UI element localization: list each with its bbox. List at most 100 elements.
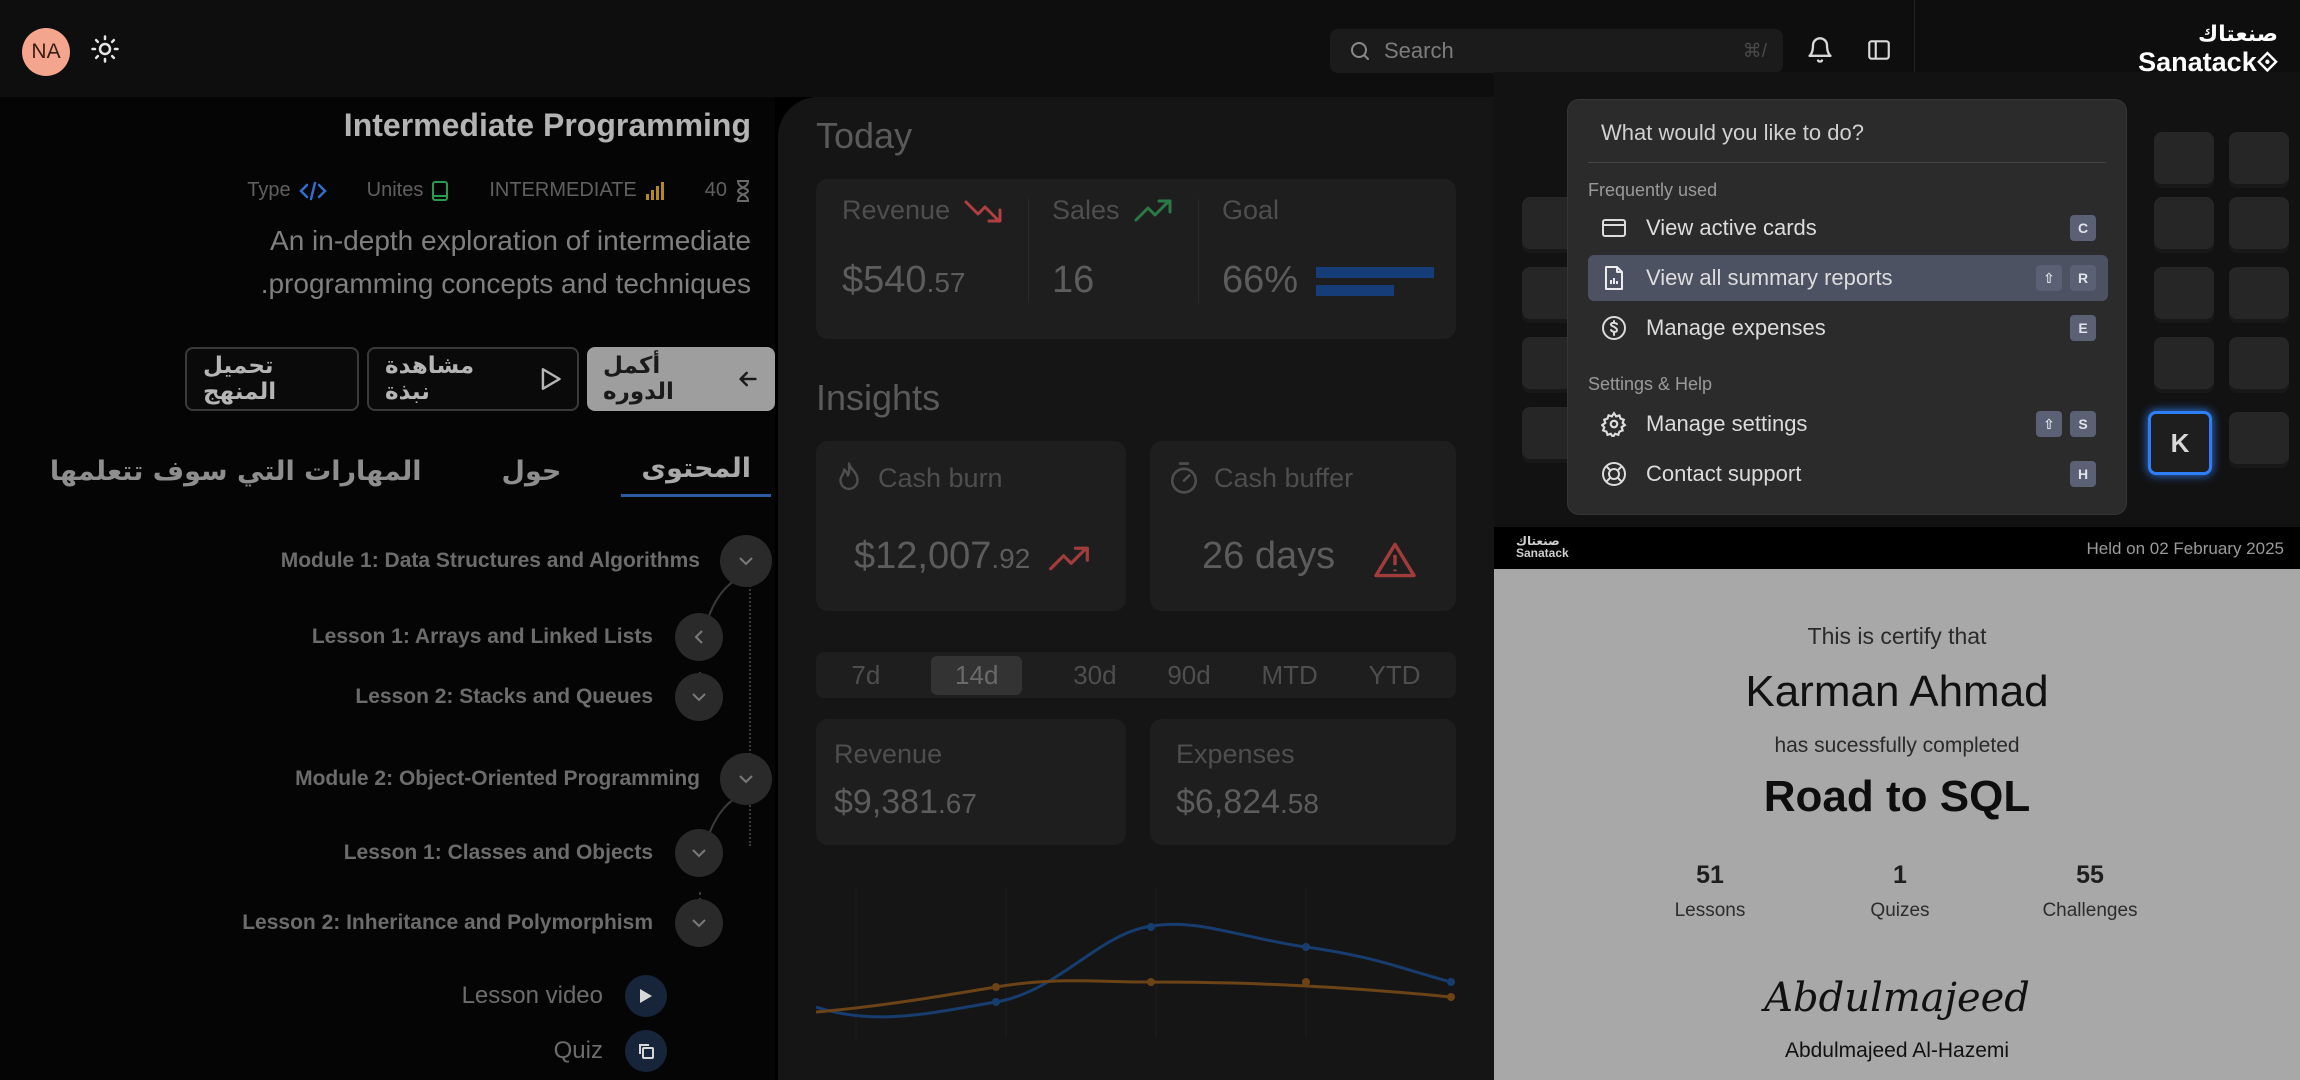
range-14d[interactable]: 14d	[931, 655, 1023, 695]
watch-preview-button[interactable]: مشاهدة نبذة	[367, 347, 579, 411]
keyboard-key	[2229, 132, 2289, 188]
arrow-left-icon	[739, 371, 757, 387]
command-manage-settings[interactable]: Manage settings ⇧ S	[1588, 401, 2108, 447]
download-syllabus-button[interactable]: تحميل المنهج	[185, 347, 359, 411]
shortcut: C	[2070, 215, 2096, 241]
stat-challenges: 55 Challenges	[2042, 861, 2138, 921]
chevron-down-icon	[692, 693, 706, 702]
brand-logo[interactable]: صنعتاك Sanatack⟐	[2108, 22, 2278, 78]
m2-lesson-2-toggle[interactable]	[675, 899, 723, 947]
expenses-value: $6,824.58	[1176, 783, 1319, 821]
shortcut: E	[2070, 315, 2096, 341]
range-mtd[interactable]: MTD	[1261, 660, 1317, 691]
goal-label: Goal	[1222, 195, 1280, 225]
stat-quizzes: 1 Quizes	[1870, 861, 1930, 921]
toggle-sidebar-button[interactable]	[1866, 37, 1894, 65]
group-settings-help: Settings & Help	[1588, 374, 1713, 394]
module-1-toggle[interactable]	[720, 535, 772, 587]
certificate-header: صنعتاك Sanatack Held on 02 February 2025	[1494, 527, 2300, 569]
description-line-2: .programming concepts and techniques	[260, 268, 751, 299]
search-icon	[1348, 39, 1372, 63]
module-1[interactable]: Module 1: Data Structures and Algorithms	[281, 535, 772, 587]
today-card: Revenue $540.57 Sales 16 Goal 66%	[816, 179, 1456, 339]
tab-about[interactable]: حول	[482, 456, 582, 497]
m1-lesson-1-toggle[interactable]	[675, 613, 723, 661]
certificate-date: Held on 02 February 2025	[2086, 539, 2284, 558]
signal-bars-icon	[645, 181, 664, 200]
course-description: An in-depth exploration of intermediate …	[191, 219, 751, 305]
gear-icon	[1600, 410, 1628, 438]
cash-burn-label: Cash burn	[834, 461, 1003, 495]
module-2-toggle[interactable]	[720, 753, 772, 805]
m2-lesson-1[interactable]: Lesson 1: Classes and Objects	[344, 829, 723, 877]
course-actions: تحميل المنهج مشاهدة نبذة أكمل الدوره	[185, 347, 775, 411]
expenses-label: Expenses	[1176, 739, 1295, 769]
module-2[interactable]: Module 2: Object-Oriented Programming	[295, 753, 772, 805]
highlighted-key-k: K	[2148, 411, 2212, 475]
m1-lesson-2[interactable]: Lesson 2: Stacks and Queues	[355, 673, 723, 721]
tab-content[interactable]: المحتوى	[621, 453, 771, 497]
course-title: Intermediate Programming	[343, 107, 751, 143]
command-view-active-cards[interactable]: View active cards C	[1588, 205, 2108, 251]
range-7d[interactable]: 7d	[851, 660, 880, 691]
play-icon	[640, 989, 652, 1003]
warning-icon	[1374, 542, 1416, 578]
chevron-down-icon	[692, 849, 706, 858]
continue-course-button[interactable]: أكمل الدوره	[587, 347, 775, 411]
course-name: Road to SQL	[1763, 772, 2031, 821]
watch-preview-label: مشاهدة نبذة	[385, 353, 475, 405]
today-title: Today	[816, 115, 913, 156]
m1-lesson-1[interactable]: Lesson 1: Arrays and Linked Lists	[312, 613, 723, 661]
meta-level: INTERMEDIATE	[489, 179, 664, 202]
quiz-item[interactable]: Quiz	[554, 1030, 667, 1072]
search-input[interactable]: Search ⌘/	[1330, 29, 1783, 73]
open-quiz-button[interactable]	[625, 1030, 667, 1072]
tab-skills[interactable]: المهارات التي سوف تتعلمها	[30, 456, 442, 497]
m2-lesson-2[interactable]: Lesson 2: Inheritance and Polymorphism	[242, 899, 723, 947]
revenue-value: $540.57	[842, 259, 966, 301]
insights-title: Insights	[816, 377, 941, 418]
m1-lesson-2-toggle[interactable]	[675, 673, 723, 721]
revenue-summary-value: $9,381.67	[834, 783, 977, 821]
preview-panel: K What would you like to do? Frequently …	[1494, 72, 2300, 1080]
group-frequently-used: Frequently used	[1588, 180, 1718, 200]
revenue-summary-label: Revenue	[834, 739, 943, 769]
m2-lesson-1-toggle[interactable]	[675, 829, 723, 877]
range-90d[interactable]: 90d	[1167, 660, 1210, 691]
sales-label: Sales	[1052, 195, 1172, 226]
command-contact-support[interactable]: Contact support H	[1588, 451, 2108, 497]
keyboard-key	[2154, 197, 2214, 253]
cash-buffer-label: Cash buffer	[1168, 461, 1353, 495]
meta-unites: Unites	[367, 179, 450, 202]
download-syllabus-label: تحميل المنهج	[203, 353, 277, 405]
signature: Abdulmajeed	[1764, 975, 2030, 1021]
play-video-button[interactable]	[625, 975, 667, 1017]
stat-lessons: 51 Lessons	[1674, 861, 1746, 921]
command-palette-prompt[interactable]: What would you like to do?	[1601, 120, 1864, 146]
copy-icon	[639, 1044, 654, 1059]
cash-buffer-value: 26 days	[1202, 535, 1336, 577]
date-range-selector: 7d 14d 30d 90d MTD YTD	[816, 652, 1456, 698]
keyboard-key	[2229, 412, 2289, 468]
theme-toggle-button[interactable]	[88, 32, 122, 66]
notifications-button[interactable]	[1806, 36, 1834, 64]
chevron-down-icon	[739, 775, 753, 784]
sidebar-panel-icon	[1868, 40, 1890, 60]
search-placeholder: Search	[1384, 38, 1454, 63]
series-blue-line	[816, 922, 1452, 1019]
book-icon	[432, 180, 449, 201]
hourglass-icon	[736, 179, 750, 202]
range-ytd[interactable]: YTD	[1369, 660, 1421, 691]
avatar[interactable]: NA	[22, 28, 70, 76]
signer-name: Abdulmajeed Al-Hazemi	[1784, 1039, 2010, 1062]
revenue-summary-card: Revenue $9,381.67	[816, 719, 1126, 845]
trend-line-chart	[816, 887, 1455, 1037]
range-30d[interactable]: 30d	[1073, 660, 1116, 691]
dashboard-panel: Today Revenue $540.57 Sales 16 Goal 66% …	[778, 97, 1494, 1080]
cash-buffer-card: Cash buffer 26 days	[1150, 441, 1456, 611]
lifebuoy-icon	[1600, 460, 1628, 488]
command-manage-expenses[interactable]: Manage expenses E	[1588, 305, 2108, 351]
lesson-video-item[interactable]: Lesson video	[462, 975, 667, 1017]
brand-logo-arabic: صنعتاك	[2197, 22, 2278, 47]
command-view-summary-reports[interactable]: View all summary reports ⇧ R	[1588, 255, 2108, 301]
